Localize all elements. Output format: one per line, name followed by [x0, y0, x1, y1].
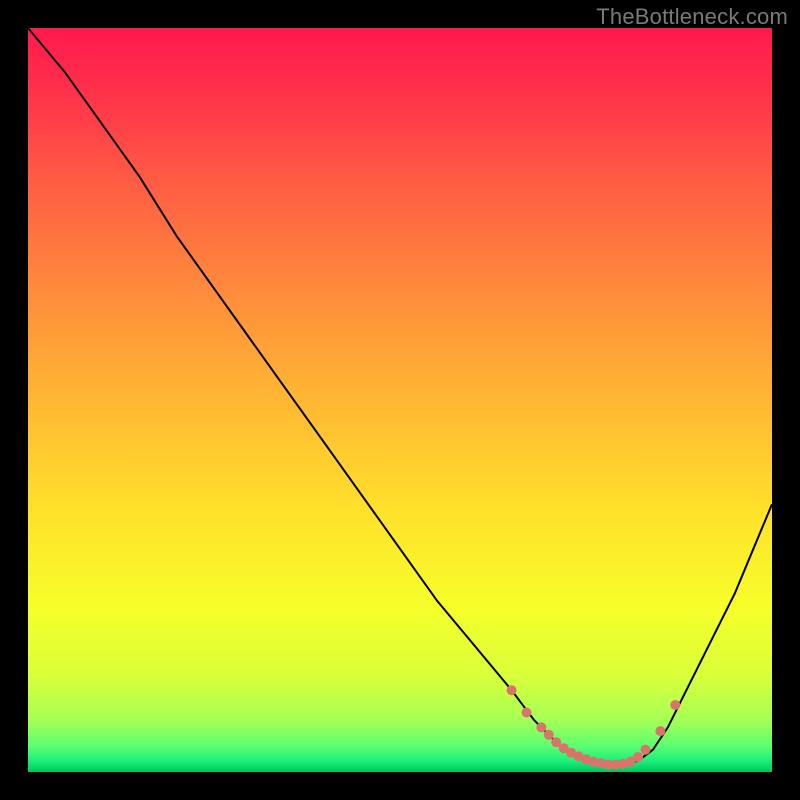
- optimal-marker: [536, 722, 546, 732]
- optimal-marker: [670, 700, 680, 710]
- optimal-marker: [655, 726, 665, 736]
- optimal-marker: [522, 708, 532, 718]
- optimal-marker: [507, 685, 517, 695]
- attribution-label: TheBottleneck.com: [596, 4, 788, 30]
- optimal-marker: [633, 752, 643, 762]
- optimal-marker: [641, 745, 651, 755]
- optimal-marker: [544, 730, 554, 740]
- bottleneck-chart: [28, 28, 772, 772]
- gradient-background: [28, 28, 772, 772]
